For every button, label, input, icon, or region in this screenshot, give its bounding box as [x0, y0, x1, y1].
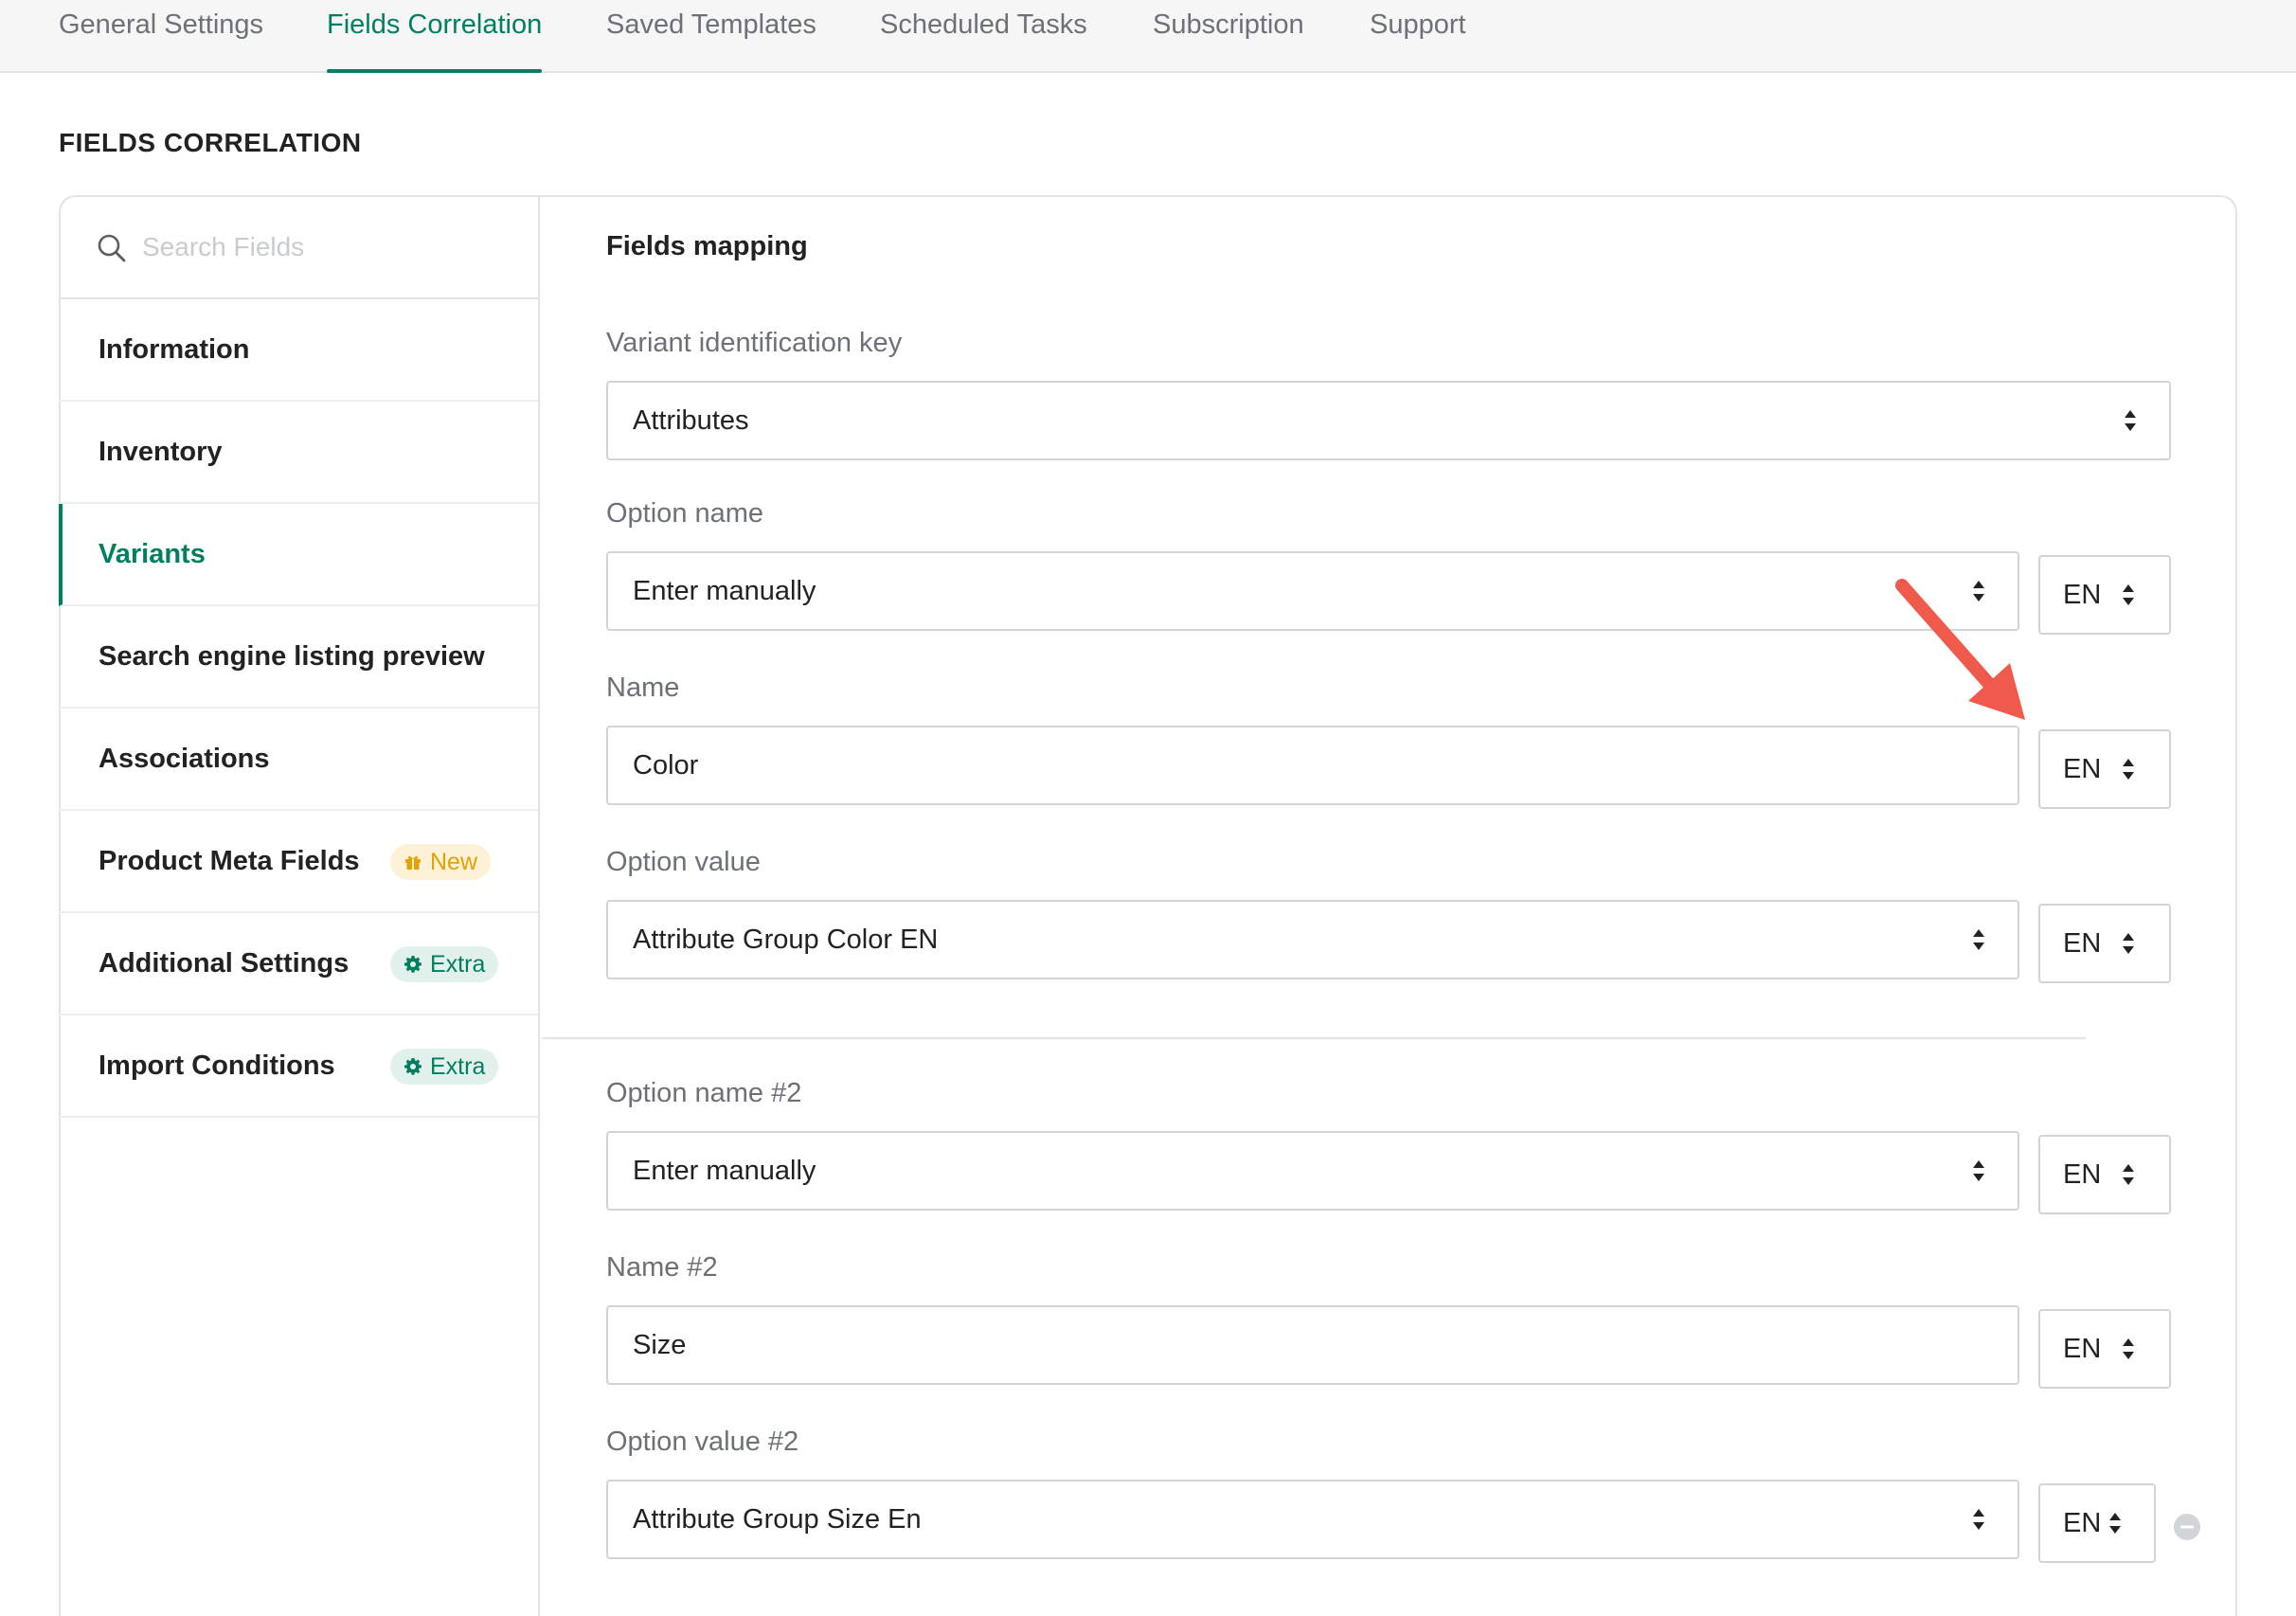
- language-value: EN: [2063, 754, 2102, 784]
- search-box: [59, 195, 538, 299]
- section-title: FIELDS CORRELATION: [59, 128, 362, 157]
- sidebar-item-search-engine-listing-preview[interactable]: Search engine listing preview: [59, 606, 538, 709]
- select-arrows-icon: [2123, 1164, 2134, 1185]
- select-value: Attributes: [633, 405, 749, 436]
- option-value-language-select[interactable]: EN: [2038, 904, 2171, 983]
- new-badge: New: [390, 844, 492, 880]
- sidebar-item-associations[interactable]: Associations: [59, 709, 538, 811]
- option-value-label: Option value: [606, 847, 761, 877]
- language-value: EN: [2063, 580, 2102, 610]
- option-name-select[interactable]: Enter manually: [606, 551, 2019, 631]
- sidebar-item-label: Additional Settings: [99, 948, 350, 979]
- badge-label: Extra: [430, 951, 486, 978]
- option-value-2-label: Option value #2: [606, 1427, 799, 1457]
- sidebar-item-label: Variants: [99, 539, 206, 569]
- select-arrows-icon: [2123, 1338, 2134, 1359]
- tab-support[interactable]: Support: [1370, 0, 1466, 73]
- sidebar-item-variants[interactable]: Variants: [59, 504, 538, 606]
- language-value: EN: [2063, 928, 2102, 959]
- variant-identification-key-label: Variant identification key: [606, 328, 903, 358]
- name-label: Name: [606, 673, 680, 703]
- fields-sidebar: Information Inventory Variants Search en…: [59, 195, 540, 1616]
- sidebar-item-inventory[interactable]: Inventory: [59, 402, 538, 504]
- fields-mapping-title: Fields mapping: [606, 231, 808, 261]
- option-name-2-select[interactable]: Enter manually: [606, 1131, 2019, 1211]
- select-arrows-icon: [2123, 759, 2134, 780]
- tab-scheduled-tasks[interactable]: Scheduled Tasks: [880, 0, 1087, 73]
- remove-icon[interactable]: [2173, 1513, 2201, 1541]
- badge-label: New: [430, 849, 478, 875]
- sidebar-item-label: Associations: [99, 744, 270, 774]
- name-language-select[interactable]: EN: [2038, 729, 2171, 809]
- language-value: EN: [2063, 1508, 2102, 1538]
- select-arrows-icon: [1973, 929, 1984, 950]
- select-value: Attribute Group Color EN: [633, 925, 939, 955]
- option-value-2-language-select[interactable]: EN: [2038, 1483, 2156, 1563]
- tab-saved-templates[interactable]: Saved Templates: [606, 0, 816, 73]
- name-input[interactable]: Color: [606, 726, 2019, 805]
- input-value: Size: [633, 1330, 687, 1360]
- select-value: Enter manually: [633, 1156, 816, 1186]
- sidebar-item-label: Inventory: [99, 437, 223, 467]
- select-value: Attribute Group Size En: [633, 1504, 922, 1535]
- select-arrows-icon: [2123, 584, 2134, 605]
- search-input[interactable]: [142, 224, 502, 271]
- search-icon: [98, 234, 126, 262]
- extra-badge: Extra: [390, 1049, 499, 1085]
- option-name-language-select[interactable]: EN: [2038, 555, 2171, 635]
- select-arrows-icon: [2123, 933, 2134, 954]
- top-tab-bar: General Settings Fields Correlation Save…: [0, 0, 2296, 73]
- extra-badge: Extra: [390, 946, 499, 982]
- name-2-label: Name #2: [606, 1252, 718, 1283]
- select-arrows-icon: [1973, 581, 1984, 602]
- select-value: Enter manually: [633, 576, 816, 606]
- gift-icon: [405, 855, 421, 870]
- gear-icon: [404, 956, 422, 973]
- sidebar-item-import-conditions[interactable]: Import Conditions Extra: [59, 1015, 538, 1118]
- sidebar-item-label: Product Meta Fields: [99, 846, 360, 876]
- tab-fields-correlation[interactable]: Fields Correlation: [327, 0, 543, 73]
- tab-general-settings[interactable]: General Settings: [59, 0, 263, 73]
- option-name-2-label: Option name #2: [606, 1078, 802, 1108]
- option-value-2-select[interactable]: Attribute Group Size En: [606, 1480, 2019, 1559]
- language-value: EN: [2063, 1334, 2102, 1364]
- sidebar-item-label: Information: [99, 334, 250, 365]
- sidebar-item-additional-settings[interactable]: Additional Settings Extra: [59, 913, 538, 1015]
- option-value-select[interactable]: Attribute Group Color EN: [606, 900, 2019, 979]
- option-name-2-language-select[interactable]: EN: [2038, 1135, 2171, 1214]
- gear-icon: [404, 1058, 422, 1075]
- sidebar-item-label: Import Conditions: [99, 1050, 335, 1081]
- sidebar-item-product-meta-fields[interactable]: Product Meta Fields New: [59, 811, 538, 913]
- language-value: EN: [2063, 1159, 2102, 1190]
- select-arrows-icon: [2109, 1513, 2121, 1534]
- badge-label: Extra: [430, 1053, 486, 1080]
- input-value: Color: [633, 750, 699, 781]
- sidebar-item-label: Search engine listing preview: [99, 641, 485, 672]
- variant-identification-key-select[interactable]: Attributes: [606, 381, 2171, 460]
- tab-subscription[interactable]: Subscription: [1153, 0, 1304, 73]
- select-arrows-icon: [2125, 410, 2136, 431]
- name-2-language-select[interactable]: EN: [2038, 1309, 2171, 1389]
- sidebar-item-information[interactable]: Information: [59, 299, 538, 402]
- option-name-label: Option name: [606, 498, 764, 529]
- select-arrows-icon: [1973, 1160, 1984, 1181]
- select-arrows-icon: [1973, 1509, 1984, 1530]
- section-divider: [542, 1037, 2086, 1039]
- name-2-input[interactable]: Size: [606, 1305, 2019, 1385]
